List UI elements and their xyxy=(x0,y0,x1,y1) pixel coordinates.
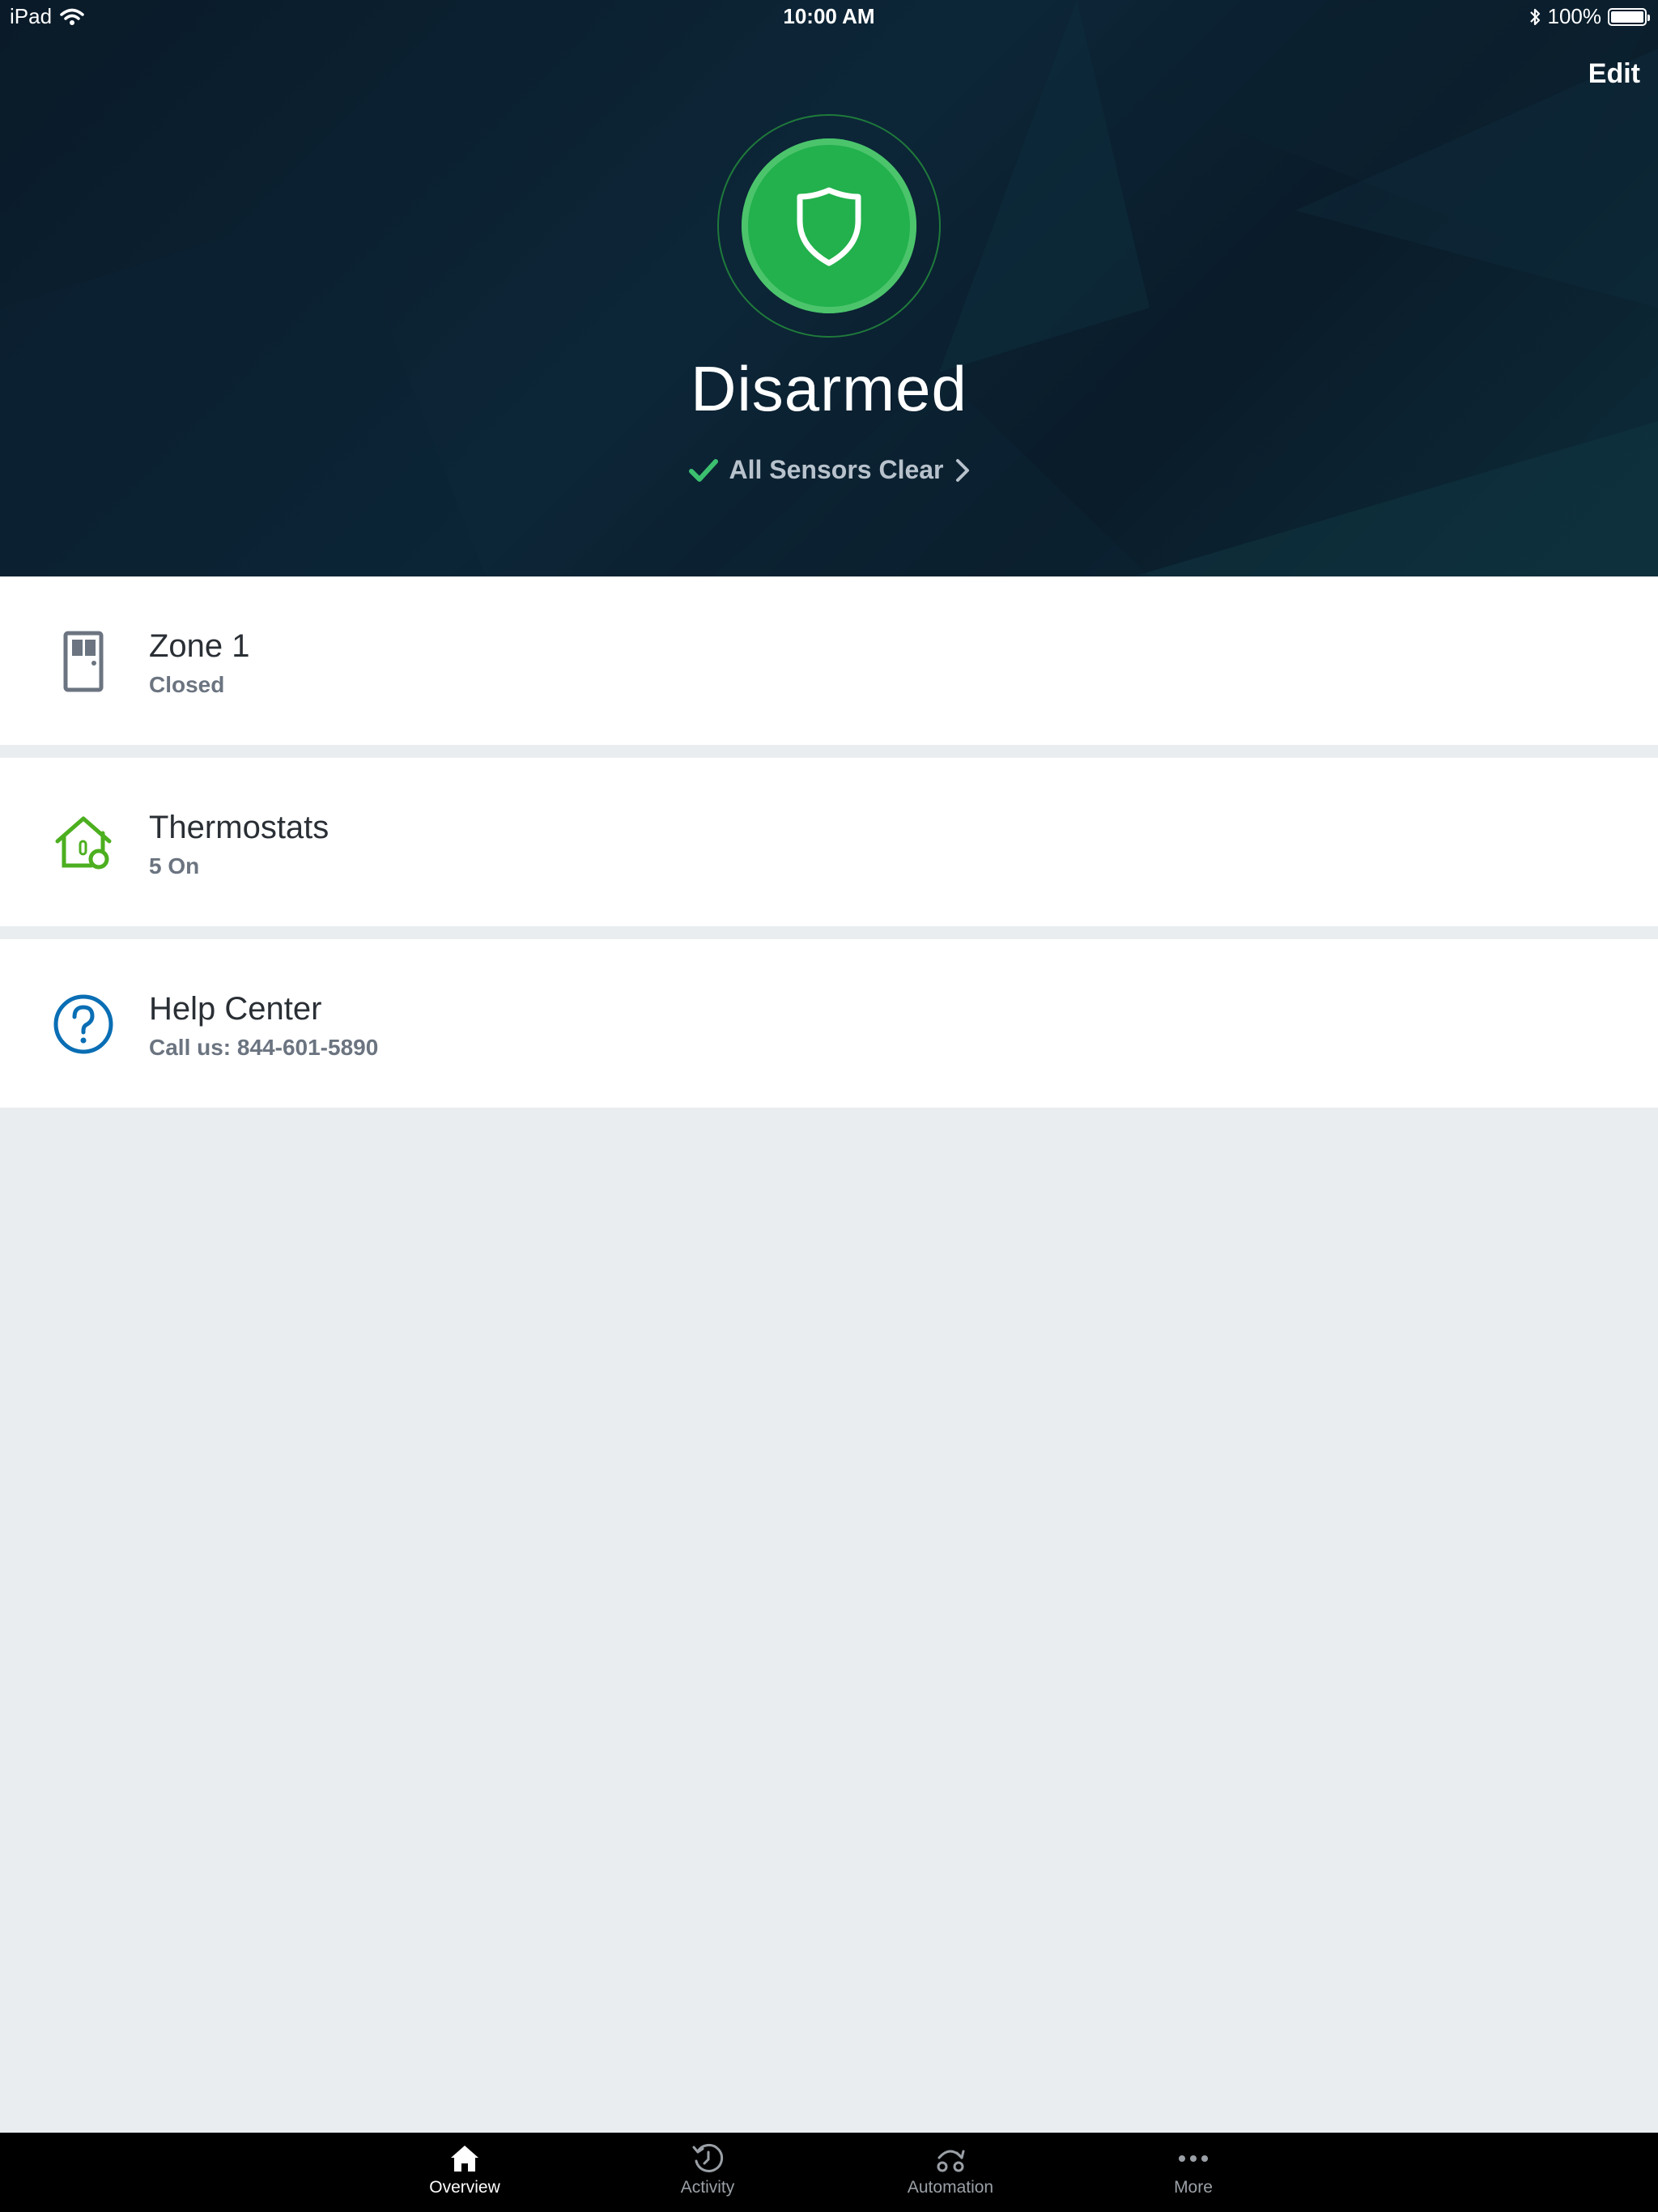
zone-1-title: Zone 1 xyxy=(149,628,250,664)
automation-icon xyxy=(937,2150,965,2172)
tab-activity[interactable]: Activity xyxy=(627,2139,789,2197)
security-header: Edit Disarmed All Sensors Clear xyxy=(0,0,1658,576)
help-center-card[interactable]: Help Center Call us: 844-601-5890 xyxy=(0,939,1658,1108)
thermostats-card[interactable]: Thermostats 5 On xyxy=(0,758,1658,926)
help-center-title: Help Center xyxy=(149,991,322,1027)
clock: 10:00 AM xyxy=(783,4,875,28)
tab-automation-label: Automation xyxy=(907,2178,994,2197)
battery-percent: 100% xyxy=(1547,4,1602,28)
arm-disarm-button[interactable] xyxy=(742,138,916,313)
battery-icon xyxy=(1608,7,1650,26)
history-icon xyxy=(692,2143,724,2172)
more-icon xyxy=(1179,2155,1208,2162)
zone-1-status: Closed xyxy=(149,672,225,697)
thermostat-house-icon xyxy=(55,816,112,870)
shield-icon xyxy=(797,187,861,266)
bluetooth-icon xyxy=(1529,8,1540,25)
tab-bar: Overview Activity Automation More xyxy=(0,2133,1658,2212)
check-icon xyxy=(688,458,718,482)
tab-automation[interactable]: Automation xyxy=(869,2139,1031,2197)
security-status-title: Disarmed xyxy=(691,353,967,424)
thermostats-status: 5 On xyxy=(149,853,200,878)
all-sensors-clear-link[interactable]: All Sensors Clear xyxy=(0,455,1658,485)
zone-1-card[interactable]: Zone 1 Closed xyxy=(0,576,1658,745)
home-icon xyxy=(451,2146,478,2172)
tab-more-label: More xyxy=(1174,2178,1213,2197)
tab-overview[interactable]: Overview xyxy=(384,2139,546,2197)
tab-overview-label: Overview xyxy=(429,2178,500,2197)
sensors-status-label: All Sensors Clear xyxy=(729,455,944,484)
thermostats-title: Thermostats xyxy=(149,810,329,845)
chevron-right-icon xyxy=(955,458,969,482)
door-icon xyxy=(63,631,104,692)
help-center-phone[interactable]: Call us: 844-601-5890 xyxy=(149,1035,378,1061)
tab-activity-label: Activity xyxy=(680,2178,735,2197)
tab-more[interactable]: More xyxy=(1112,2139,1274,2197)
edit-button[interactable]: Edit xyxy=(1588,58,1640,90)
status-bar: iPad 10:00 AM 100% xyxy=(0,0,1658,32)
help-icon xyxy=(53,994,113,1054)
